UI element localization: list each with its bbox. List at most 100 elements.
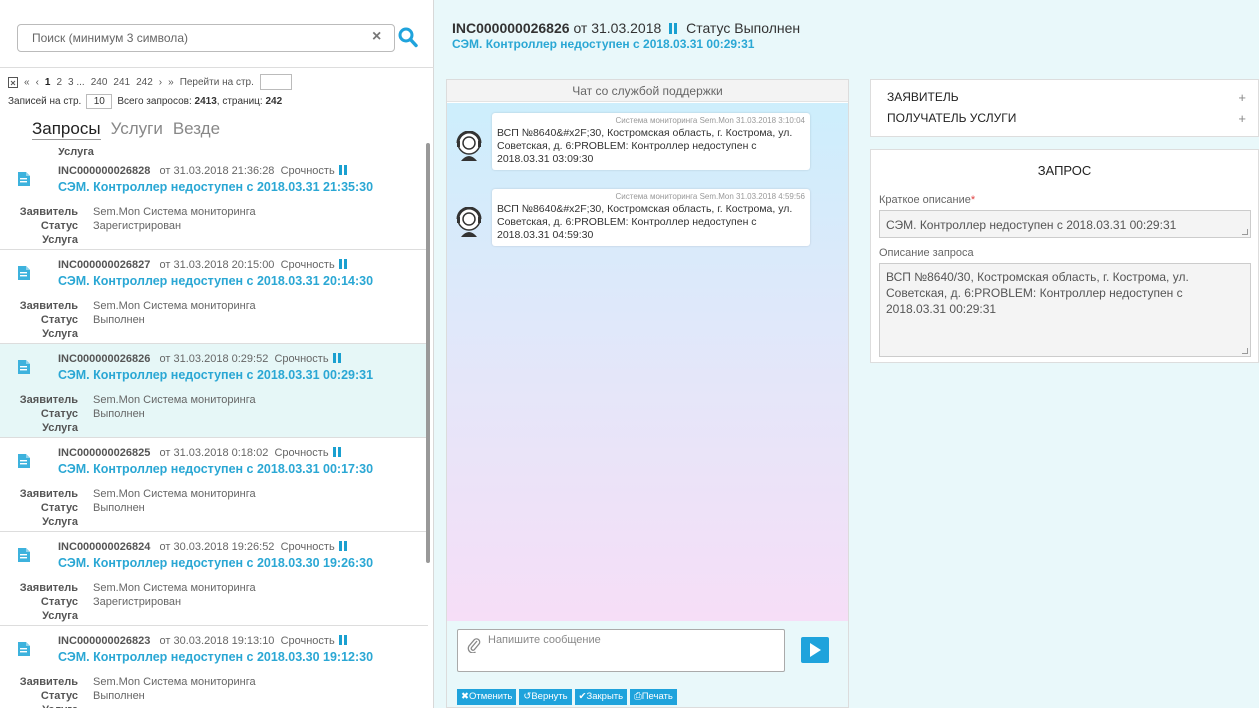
item-requester: Sem.Mon Система мониторинга — [93, 488, 256, 500]
first-page-link[interactable]: « — [24, 77, 30, 88]
support-chat: Чат со службой поддержки Система монитор… — [446, 79, 849, 708]
document-icon — [18, 642, 30, 656]
desc-label: Описание запроса — [879, 247, 974, 259]
page-link[interactable]: 241 — [113, 77, 130, 88]
clear-search-icon[interactable]: × — [372, 26, 381, 48]
short-desc-field[interactable]: СЭМ. Контроллер недоступен с 2018.03.31 … — [879, 210, 1251, 238]
send-button[interactable] — [801, 637, 829, 663]
chat-messages: Система мониторинга Sem.Mon 31.03.2018 3… — [447, 103, 848, 621]
document-icon — [18, 266, 30, 280]
list-item[interactable]: INC000000026826 от 31.03.2018 0:29:52 Ср… — [0, 344, 428, 438]
item-title[interactable]: СЭМ. Контроллер недоступен с 2018.03.30 … — [58, 650, 373, 664]
item-number: INC000000026826 — [58, 353, 151, 365]
item-status: Выполнен — [93, 690, 145, 702]
item-title[interactable]: СЭМ. Контроллер недоступен с 2018.03.31 … — [58, 368, 373, 382]
item-fields: Заявитель Sem.Mon Система мониторинга Стат… — [0, 393, 428, 435]
expand-icon[interactable]: + — [1238, 90, 1246, 108]
document-icon — [18, 454, 30, 468]
ticket-date: от 31.03.2018 — [573, 20, 662, 36]
page-link[interactable]: 240 — [91, 77, 108, 88]
export-icon[interactable] — [8, 76, 18, 88]
list-item[interactable]: INC000000026825 от 31.03.2018 0:18:02 Ср… — [0, 438, 428, 532]
page-link[interactable]: 1 — [45, 77, 51, 88]
short-desc-label: Краткое описание* — [879, 194, 976, 206]
requester-section[interactable]: ЗАЯВИТЕЛЬ + — [887, 90, 1246, 108]
request-list: Услуга INC000000026828 от 31.03.2018 21:… — [0, 148, 428, 708]
item-header: INC000000026827 от 31.03.2018 20:15:00 С… — [58, 259, 347, 271]
message-input[interactable] — [457, 629, 785, 672]
page-link[interactable]: 2 — [56, 77, 62, 88]
item-header: INC000000026823 от 30.03.2018 19:13:10 С… — [58, 635, 347, 647]
field-label-service: Услуга — [42, 610, 78, 622]
list-item[interactable]: INC000000026823 от 30.03.2018 19:13:10 С… — [0, 626, 428, 708]
search-bar: × — [0, 0, 434, 68]
resize-grip-icon[interactable] — [1242, 348, 1248, 354]
cancel-button[interactable]: ✖Отменить — [457, 689, 517, 705]
tab-everywhere[interactable]: Везде — [173, 119, 220, 140]
recipient-section[interactable]: ПОЛУЧАТЕЛЬ УСЛУГИ + — [887, 111, 1246, 129]
item-title[interactable]: СЭМ. Контроллер недоступен с 2018.03.31 … — [58, 462, 373, 476]
request-heading: ЗАПРОС — [1037, 163, 1092, 178]
desc-field[interactable]: ВСП №8640/30, Костромская область, г. Ко… — [879, 263, 1251, 357]
people-panel: ЗАЯВИТЕЛЬ + ПОЛУЧАТЕЛЬ УСЛУГИ + — [870, 79, 1259, 137]
urgency-label: Срочность — [280, 635, 335, 647]
print-button[interactable]: ⎙Печать — [630, 689, 677, 705]
resize-grip-icon[interactable] — [1242, 229, 1248, 235]
field-label-status: Статус — [40, 408, 78, 420]
close-button[interactable]: ✔Закрыть — [574, 689, 628, 705]
item-title[interactable]: СЭМ. Контроллер недоступен с 2018.03.30 … — [58, 556, 373, 570]
tab-services[interactable]: Услуги — [111, 119, 163, 140]
item-title[interactable]: СЭМ. Контроллер недоступен с 2018.03.31 … — [58, 180, 373, 194]
urgency-icon — [669, 23, 678, 34]
item-header: INC000000026825 от 31.03.2018 0:18:02 Ср… — [58, 447, 341, 459]
per-page-input[interactable]: 10 — [86, 93, 113, 109]
item-date: от 31.03.2018 21:36:28 — [159, 165, 275, 177]
item-requester: Sem.Mon Система мониторинга — [93, 206, 256, 218]
message-bubble: Система мониторинга Sem.Mon 31.03.2018 3… — [492, 113, 810, 170]
urgency-icon — [338, 165, 347, 175]
return-button[interactable]: ↺Вернуть — [519, 689, 572, 705]
page-link[interactable]: 3 ... — [68, 77, 85, 88]
urgency-label: Срочность — [280, 165, 335, 177]
field-label-status: Статус — [40, 314, 78, 326]
urgency-label: Срочность — [280, 541, 335, 553]
message-meta: Система мониторинга Sem.Mon 31.03.2018 4… — [615, 192, 805, 201]
goto-page-input[interactable] — [259, 74, 292, 90]
message-text: ВСП №8640&#x2F;30, Костромская область, … — [497, 127, 793, 165]
chat-title: Чат со службой поддержки — [447, 80, 848, 102]
list-item[interactable]: INC000000026828 от 31.03.2018 21:36:28 С… — [0, 156, 428, 250]
search-input[interactable] — [17, 24, 395, 52]
item-status: Выполнен — [93, 314, 145, 326]
item-number: INC000000026824 — [58, 541, 151, 553]
next-page-link[interactable]: › — [159, 77, 162, 88]
list-item[interactable]: INC000000026824 от 30.03.2018 19:26:52 С… — [0, 532, 428, 626]
item-date: от 31.03.2018 0:18:02 — [159, 447, 269, 459]
prev-page-link[interactable]: ‹ — [36, 77, 39, 88]
item-date: от 31.03.2018 0:29:52 — [159, 353, 269, 365]
field-label-status: Статус — [40, 596, 78, 608]
page-link[interactable]: 242 — [136, 77, 153, 88]
item-title[interactable]: СЭМ. Контроллер недоступен с 2018.03.31 … — [58, 274, 373, 288]
per-page-label: Записей на стр. — [8, 95, 82, 107]
expand-icon[interactable]: + — [1238, 111, 1246, 129]
field-label-service: Услуга — [42, 516, 78, 528]
scrollbar[interactable] — [426, 143, 430, 563]
item-fields: Заявитель Sem.Mon Система мониторинга Стат… — [0, 487, 428, 529]
item-status: Зарегистрирован — [93, 220, 182, 232]
search-icon[interactable] — [398, 26, 418, 48]
item-requester: Sem.Mon Система мониторинга — [93, 676, 256, 688]
ticket-status-label: Статус — [686, 20, 731, 36]
urgency-icon — [332, 447, 341, 457]
item-status: Выполнен — [93, 502, 145, 514]
message-bubble: Система мониторинга Sem.Mon 31.03.2018 4… — [492, 189, 810, 246]
last-page-link[interactable]: » — [168, 77, 174, 88]
tab-requests[interactable]: Запросы — [32, 119, 101, 140]
list-tabs: Запросы Услуги Везде — [32, 119, 220, 140]
item-date: от 30.03.2018 19:26:52 — [159, 541, 275, 553]
item-header: INC000000026826 от 31.03.2018 0:29:52 Ср… — [58, 353, 341, 365]
list-item[interactable]: INC000000026827 от 31.03.2018 20:15:00 С… — [0, 250, 428, 344]
field-label-service: Услуга — [0, 703, 93, 708]
item-status: Зарегистрирован — [93, 596, 182, 608]
paperclip-icon[interactable] — [467, 637, 481, 653]
item-status: Выполнен — [93, 408, 145, 420]
